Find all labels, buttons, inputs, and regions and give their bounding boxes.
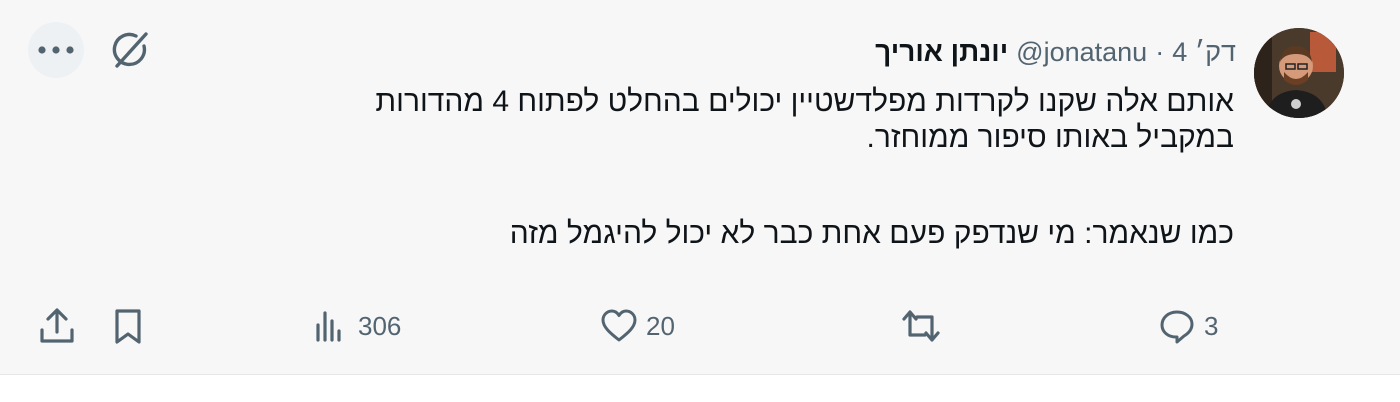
share-button[interactable] <box>38 298 76 354</box>
author-name[interactable]: יונתן אוריך <box>875 36 1008 68</box>
like-count: 20 <box>646 310 675 341</box>
separator-dot: · <box>1155 36 1165 67</box>
grok-button[interactable] <box>102 22 158 78</box>
like-icon <box>601 309 637 342</box>
view-count: 306 <box>358 310 402 341</box>
tweet-text-line: אותם אלה שקנו לקרדות מפלדשטיין יכולים בה… <box>375 85 1234 118</box>
top-actions <box>28 22 158 78</box>
grok-icon <box>112 32 148 68</box>
timestamp[interactable]: דק׳ 4 <box>1172 37 1236 68</box>
views-button[interactable]: 306 <box>312 298 401 354</box>
views-icon <box>316 311 341 342</box>
more-button[interactable] <box>28 22 84 78</box>
author-handle[interactable]: @jonatanu <box>1016 37 1147 68</box>
tweet-text-line: כמו שנאמר: מי שנדפק פעם אחת כבר לא יכול … <box>509 217 1234 250</box>
avatar-image <box>1254 28 1344 118</box>
retweet-button[interactable] <box>900 298 950 354</box>
action-bar: 3 20 306 <box>0 298 1400 354</box>
reply-count: 3 <box>1204 310 1219 341</box>
like-button[interactable]: 20 <box>600 298 675 354</box>
avatar[interactable] <box>1254 28 1344 118</box>
tweet-card[interactable]: יונתן אוריך @jonatanu · דק׳ 4 אותם אלה ש… <box>0 0 1400 375</box>
bookmark-button[interactable] <box>110 298 146 354</box>
tweet-text-line: במקביל באותו סיפור ממוחזר. <box>866 121 1235 154</box>
reply-button[interactable]: 3 <box>1158 298 1218 354</box>
more-icon <box>38 46 74 54</box>
share-icon <box>40 308 74 343</box>
reply-icon <box>1160 310 1194 344</box>
tweet-text: אותם אלה שקנו לקרדות מפלדשטיין יכולים בה… <box>134 84 1234 252</box>
tweet-header: יונתן אוריך @jonatanu · דק׳ 4 <box>875 30 1236 74</box>
retweet-icon <box>902 310 940 342</box>
bookmark-icon <box>115 309 141 344</box>
